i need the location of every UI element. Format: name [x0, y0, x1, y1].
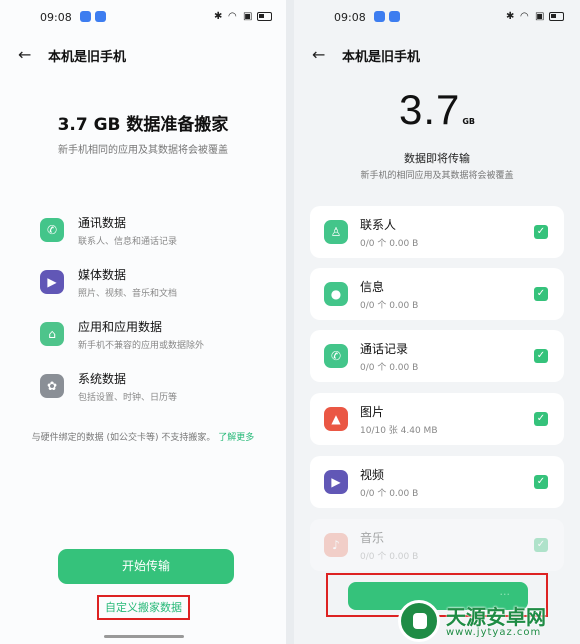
- item-name: 通话记录: [360, 342, 409, 356]
- hardware-note: 与硬件绑定的数据 (如公交卡等) 不支持搬家。 了解更多: [0, 430, 286, 443]
- message-icon: ●: [324, 282, 348, 306]
- overwrite-warning: 新手机的相同应用及其数据将会被覆盖: [360, 171, 514, 181]
- android-icon: ⌂: [40, 322, 64, 346]
- music-icon: ♪: [324, 533, 348, 557]
- item-meta: 10/10 张 4.40 MB: [360, 426, 438, 436]
- home-indicator: [104, 635, 184, 638]
- bluetooth-icon: ✱: [506, 11, 515, 22]
- gallery-icon: ▲: [324, 407, 348, 431]
- item-name: 联系人: [360, 218, 397, 232]
- battery-icon: [549, 12, 564, 21]
- play-icon: ▶: [40, 270, 64, 294]
- signal-icon: ▣: [243, 11, 253, 22]
- item-contacts[interactable]: ♙ 联系人 0/0 个 0.00 B ✓: [310, 206, 564, 258]
- title-bar: ← 本机是旧手机: [294, 44, 580, 66]
- category-system: ✿ 系统数据 包括设置、时钟、日历等: [40, 370, 270, 412]
- back-arrow-icon[interactable]: ←: [312, 45, 325, 64]
- hardware-note-text: 与硬件绑定的数据 (如公交卡等) 不支持搬家。: [31, 433, 216, 443]
- category-desc: 联系人、信息和通话记录: [78, 237, 178, 247]
- category-name: 系统数据: [78, 372, 127, 386]
- item-videos[interactable]: ▶ 视频 0/0 个 0.00 B ✓: [310, 456, 564, 508]
- watermark-name: 天源安卓网: [446, 605, 546, 629]
- item-checkbox[interactable]: ✓: [534, 349, 548, 363]
- item-name: 音乐: [360, 531, 385, 545]
- item-checkbox[interactable]: ✓: [534, 287, 548, 301]
- item-checkbox[interactable]: ✓: [534, 225, 548, 239]
- transfer-size-headline: 3.7 GB 数据准备搬家: [57, 115, 229, 135]
- item-pictures[interactable]: ▲ 图片 10/10 张 4.40 MB ✓: [310, 393, 564, 445]
- bluetooth-icon: ✱: [214, 11, 223, 22]
- learn-more-link[interactable]: 了解更多: [218, 433, 254, 443]
- page-title: 本机是旧手机: [342, 50, 421, 65]
- android-logo-icon: [398, 600, 440, 642]
- item-meta: 0/0 个 0.00 B: [360, 552, 419, 562]
- custom-transfer-link[interactable]: 自定义搬家数据: [99, 599, 188, 615]
- wifi-icon: ◠: [228, 11, 237, 22]
- item-name: 信息: [360, 280, 385, 294]
- overwrite-warning: 新手机相同的应用及其数据将会被覆盖: [58, 145, 228, 156]
- wifi-icon: ◠: [520, 11, 529, 22]
- category-name: 媒体数据: [78, 268, 127, 282]
- signal-icon: ▣: [535, 11, 545, 22]
- item-music[interactable]: ♪ 音乐 0/0 个 0.00 B ✓: [310, 519, 564, 571]
- item-meta: 0/0 个 0.00 B: [360, 363, 419, 373]
- status-bar: 09:08 ✱ ◠ ▣: [0, 0, 286, 34]
- watermark: 天源安卓网 www.jytyaz.com: [398, 600, 576, 642]
- highlight-box: 自定义搬家数据: [97, 595, 190, 620]
- category-communication: ✆ 通讯数据 联系人、信息和通话记录: [40, 214, 270, 256]
- category-media: ▶ 媒体数据 照片、视频、音乐和文档: [40, 266, 270, 308]
- notification-icon: [374, 11, 385, 22]
- item-checkbox[interactable]: ✓: [534, 475, 548, 489]
- back-arrow-icon[interactable]: ←: [18, 45, 31, 64]
- category-name: 通讯数据: [78, 216, 127, 230]
- watermark-url: www.jytyaz.com: [446, 627, 542, 638]
- notification-icon: [95, 11, 106, 22]
- size-unit: GB: [462, 117, 476, 126]
- category-apps: ⌂ 应用和应用数据 新手机不兼容的应用或数据除外: [40, 318, 270, 360]
- play-icon: ▶: [324, 470, 348, 494]
- start-transfer-button[interactable]: 开始传输: [58, 549, 234, 584]
- status-bar: 09:08 ✱ ◠ ▣: [294, 0, 580, 34]
- notification-icon: [80, 11, 91, 22]
- item-checkbox[interactable]: ✓: [534, 412, 548, 426]
- transfer-heading: 数据即将传输: [404, 152, 470, 165]
- size-value: 3.7: [398, 86, 461, 133]
- item-messages[interactable]: ● 信息 0/0 个 0.00 B ✓: [310, 268, 564, 320]
- gear-icon: ✿: [40, 374, 64, 398]
- item-name: 视频: [360, 468, 385, 482]
- title-bar: ← 本机是旧手机: [0, 44, 286, 66]
- right-phone-screen: 09:08 ✱ ◠ ▣ ← 本机是旧手机 3.7 GB 数据即将传输 新手机的相同…: [294, 0, 580, 644]
- category-name: 应用和应用数据: [78, 320, 163, 334]
- item-checkbox[interactable]: ✓: [534, 538, 548, 552]
- category-desc: 包括设置、时钟、日历等: [78, 393, 178, 403]
- comparison-page: 09:08 ✱ ◠ ▣ ← 本机是旧手机 3.7 GB 数据准备搬家 新手机相同…: [0, 0, 580, 644]
- left-phone-screen: 09:08 ✱ ◠ ▣ ← 本机是旧手机 3.7 GB 数据准备搬家 新手机相同…: [0, 0, 286, 644]
- transfer-size: 3.7 GB: [294, 86, 580, 134]
- item-name: 图片: [360, 405, 385, 419]
- item-meta: 0/0 个 0.00 B: [360, 489, 419, 499]
- contact-icon: ♙: [324, 220, 348, 244]
- phone-icon: ✆: [324, 344, 348, 368]
- battery-icon: [257, 12, 272, 21]
- item-meta: 0/0 个 0.00 B: [360, 239, 419, 249]
- phone-icon: ✆: [40, 218, 64, 242]
- category-desc: 新手机不兼容的应用或数据除外: [78, 341, 205, 351]
- status-time: 09:08: [334, 11, 366, 24]
- category-desc: 照片、视频、音乐和文档: [78, 289, 178, 299]
- notification-icon: [389, 11, 400, 22]
- item-meta: 0/0 个 0.00 B: [360, 301, 419, 311]
- page-title: 本机是旧手机: [48, 50, 127, 65]
- status-time: 09:08: [40, 11, 72, 24]
- item-call-log[interactable]: ✆ 通话记录 0/0 个 0.00 B ✓: [310, 330, 564, 382]
